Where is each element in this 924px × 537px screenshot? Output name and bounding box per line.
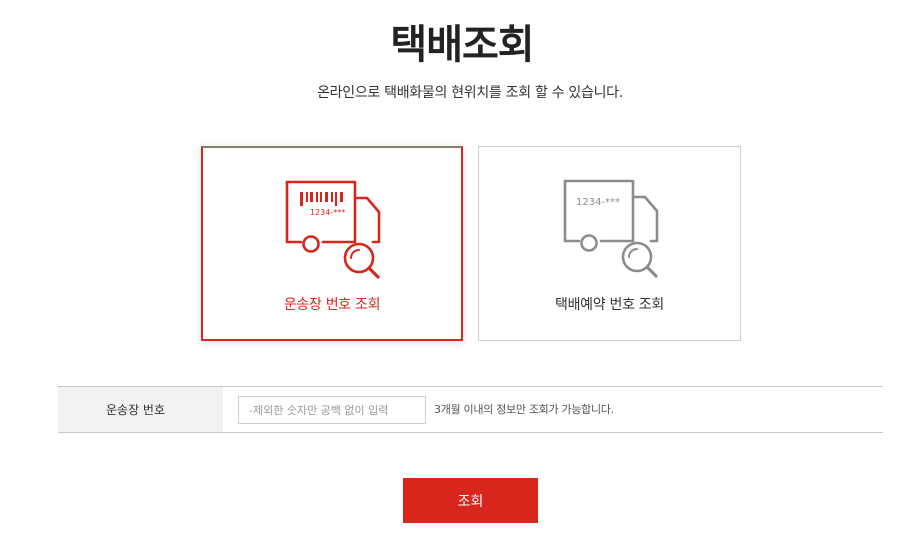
tracking-help-text: 3개월 이내의 정보만 조회가 가능합니다. — [434, 403, 614, 416]
search-button[interactable]: 조회 — [403, 478, 538, 523]
option-label-reservation-number: 택배예약 번호 조회 — [555, 297, 664, 313]
truck-barcode-search-icon: 1234-*** — [285, 180, 381, 279]
option-card-reservation-number[interactable]: 1234-*** 택배예약 번호 조회 — [478, 146, 741, 341]
tracking-number-input[interactable] — [238, 396, 426, 424]
page-title: 택배조회 — [390, 22, 534, 68]
tracking-form-row: 운송장 번호 3개월 이내의 정보만 조회가 가능합니다. — [58, 386, 883, 433]
icon-sample-number: 1234-*** — [576, 197, 620, 208]
icon-sample-number: 1234-*** — [310, 208, 345, 217]
option-card-tracking-number[interactable]: 1234-*** 운송장 번호 조회 — [201, 146, 463, 341]
tracking-number-label: 운송장 번호 — [58, 387, 223, 432]
page-subtitle: 온라인으로 택배화물의 현위치를 조회 할 수 있습니다. — [317, 85, 623, 101]
truck-reservation-search-icon: 1234-*** — [563, 179, 659, 278]
option-label-tracking-number: 운송장 번호 조회 — [283, 297, 381, 313]
